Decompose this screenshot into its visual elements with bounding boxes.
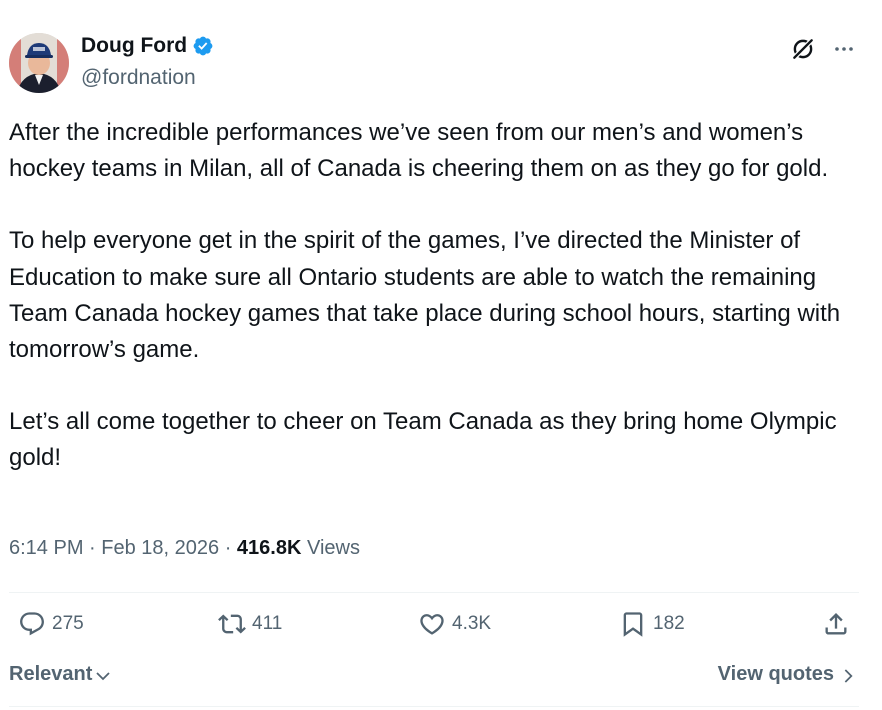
more-options-icon[interactable] xyxy=(832,37,856,61)
divider-hidden xyxy=(9,650,859,651)
avatar-image xyxy=(9,33,69,93)
grok-icon[interactable] xyxy=(790,36,816,62)
meta-separator: · xyxy=(89,537,102,559)
sort-label: Relevant xyxy=(9,663,93,685)
reply-count: 275 xyxy=(52,613,84,634)
views-label: Views xyxy=(306,537,360,559)
repost-count: 411 xyxy=(252,613,283,634)
tweet-paragraph: To help everyone get in the spirit of th… xyxy=(9,227,847,364)
bookmark-icon xyxy=(623,612,643,637)
verified-badge-icon xyxy=(193,36,213,56)
sort-replies-dropdown[interactable]: Relevant xyxy=(9,663,112,686)
tweet-paragraph: After the incredible performances we’ve … xyxy=(9,119,829,183)
chevron-right-icon xyxy=(844,668,853,683)
reply-button[interactable]: 275 xyxy=(18,610,84,638)
bookmark-button[interactable]: 182 xyxy=(619,610,685,638)
action-bar: 275 411 4.3K 182 xyxy=(0,610,882,650)
tweet-time[interactable]: 6:14 PM xyxy=(9,537,83,559)
divider-bottom xyxy=(9,706,859,707)
meta-separator: · xyxy=(224,537,237,559)
reply-icon xyxy=(20,612,44,636)
views-count: 416.8K xyxy=(236,537,302,559)
avatar[interactable] xyxy=(9,33,69,93)
tweet-text: After the incredible performances we’ve … xyxy=(9,115,869,477)
bookmark-count: 182 xyxy=(653,613,685,634)
view-quotes-link[interactable]: View quotes xyxy=(718,663,856,686)
like-count: 4.3K xyxy=(452,613,492,634)
tweet-paragraph: Let’s all come together to cheer on Team… xyxy=(9,408,844,472)
author-name-row[interactable]: Doug Ford xyxy=(81,34,214,58)
divider xyxy=(9,592,859,593)
view-quotes-label: View quotes xyxy=(717,663,834,685)
tweet-date[interactable]: Feb 18, 2026 xyxy=(101,537,219,559)
paragraph-spacer xyxy=(9,187,869,223)
like-button[interactable]: 4.3K xyxy=(418,610,491,638)
share-button[interactable] xyxy=(822,610,850,638)
repost-icon xyxy=(218,614,246,634)
chevron-down-icon xyxy=(96,672,111,681)
author-name[interactable]: Doug Ford xyxy=(81,34,187,58)
heart-icon xyxy=(420,614,444,635)
repost-button[interactable]: 411 xyxy=(218,610,282,638)
tweet-meta: 6:14 PM · Feb 18, 2026 · 416.8K Views xyxy=(9,537,360,560)
author-handle[interactable]: @fordnation xyxy=(81,66,196,90)
share-icon xyxy=(825,613,847,635)
paragraph-spacer xyxy=(9,368,869,404)
